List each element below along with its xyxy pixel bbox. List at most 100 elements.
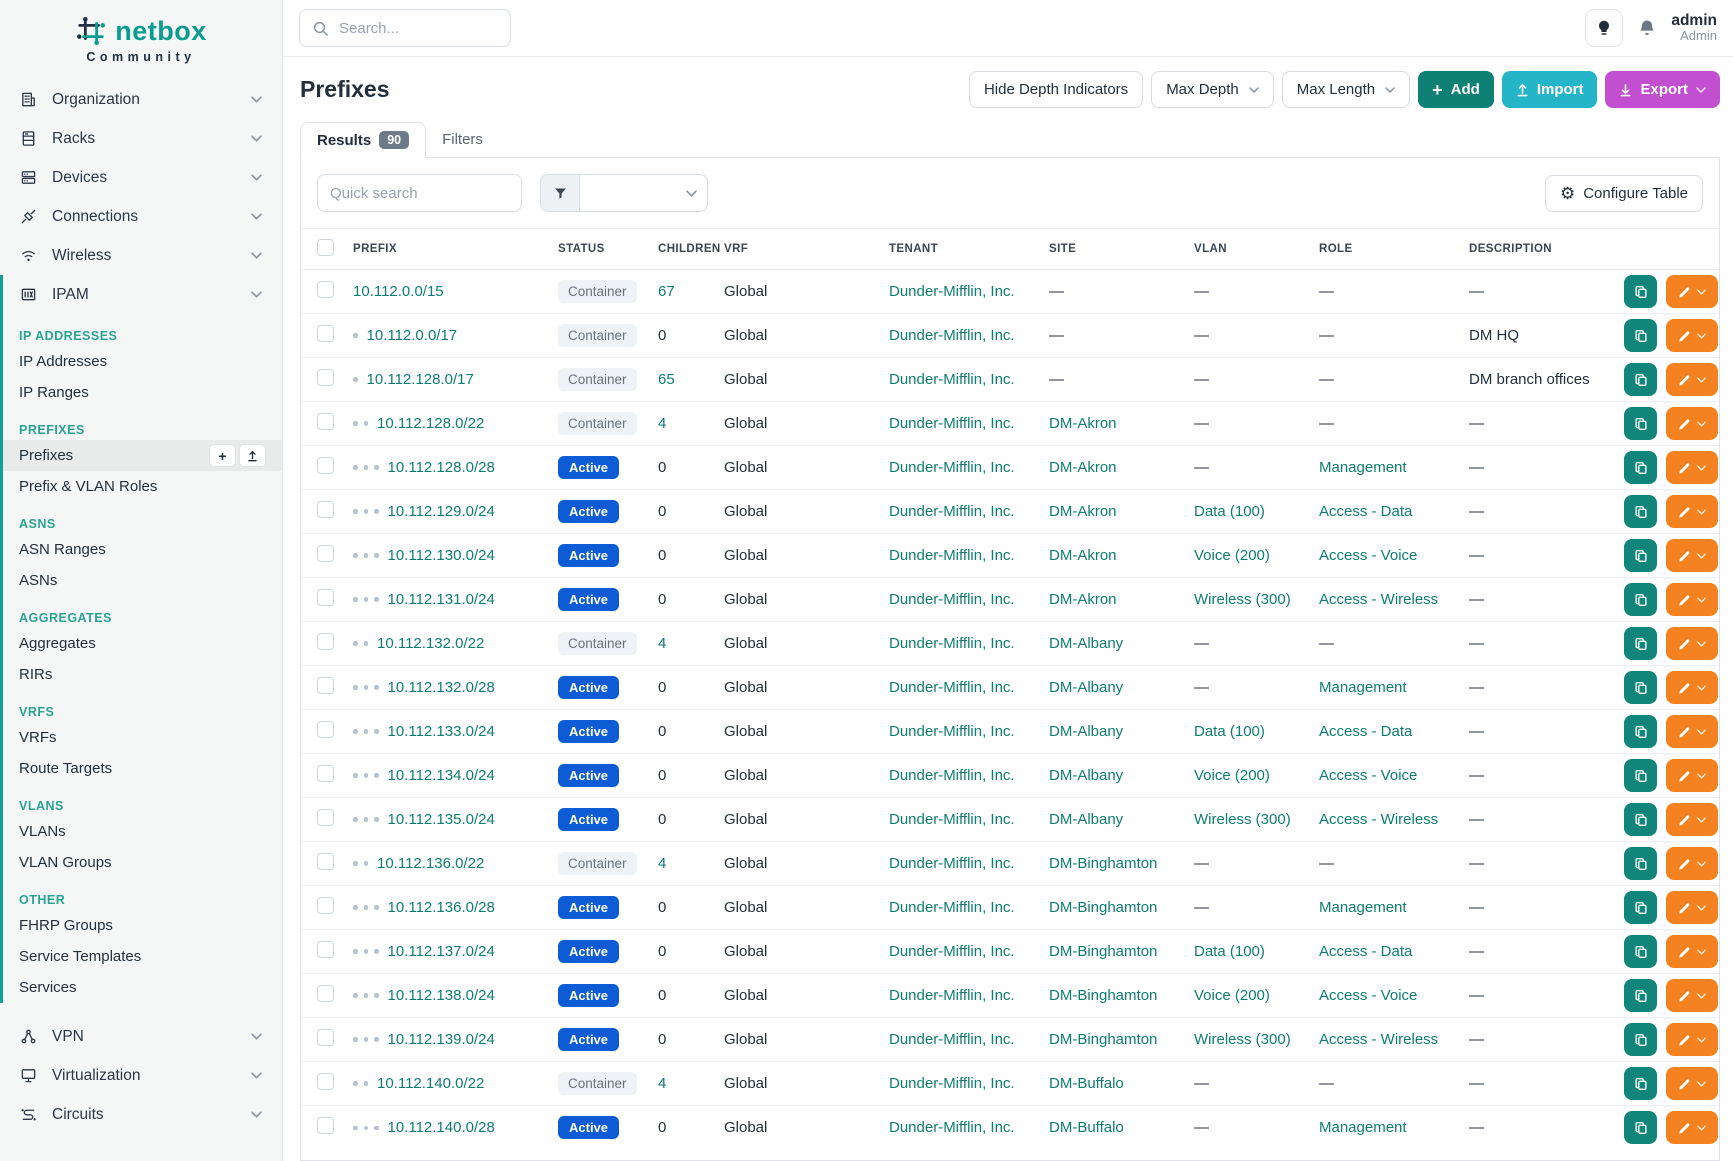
sidebar-item-vlan-groups[interactable]: VLAN Groups: [3, 847, 282, 878]
prefix-link[interactable]: 10.112.0.0/15: [353, 283, 444, 300]
sidebar-item-racks[interactable]: Racks: [0, 119, 282, 158]
row-checkbox[interactable]: [317, 589, 334, 606]
sidebar-item-wireless[interactable]: Wireless: [0, 236, 282, 275]
sidebar-item-rirs[interactable]: RIRs: [3, 659, 282, 690]
row-checkbox[interactable]: [317, 941, 334, 958]
column-header-status[interactable]: STATUS: [558, 229, 658, 270]
notifications-button[interactable]: [1637, 18, 1657, 38]
user-menu[interactable]: admin Admin: [1671, 12, 1717, 45]
sidebar-item-virtualization[interactable]: Virtualization: [0, 1056, 282, 1095]
copy-button[interactable]: [1624, 803, 1657, 836]
sidebar-item-devices[interactable]: Devices: [0, 158, 282, 197]
edit-button[interactable]: [1666, 979, 1718, 1012]
edit-button[interactable]: [1666, 935, 1718, 968]
edit-button[interactable]: [1666, 891, 1718, 924]
add-button[interactable]: + Add: [1418, 71, 1494, 108]
copy-button[interactable]: [1624, 495, 1657, 528]
edit-button[interactable]: [1666, 451, 1718, 484]
prefix-link[interactable]: 10.112.0.0/17: [367, 327, 458, 344]
prefix-link[interactable]: 10.112.136.0/28: [388, 899, 495, 916]
prefix-link[interactable]: 10.112.132.0/28: [388, 679, 495, 696]
prefix-link[interactable]: 10.112.130.0/24: [388, 547, 495, 564]
prefix-link[interactable]: 10.112.128.0/28: [388, 459, 495, 476]
row-checkbox[interactable]: [317, 985, 334, 1002]
prefix-link[interactable]: 10.112.140.0/22: [377, 1075, 484, 1092]
row-checkbox[interactable]: [317, 281, 334, 298]
column-header-vlan[interactable]: VLAN: [1194, 229, 1319, 270]
edit-button[interactable]: [1666, 583, 1718, 616]
sidebar-item-asn-ranges[interactable]: ASN Ranges: [3, 534, 282, 565]
edit-button[interactable]: [1666, 407, 1718, 440]
edit-button[interactable]: [1666, 715, 1718, 748]
row-checkbox[interactable]: [317, 677, 334, 694]
copy-button[interactable]: [1624, 847, 1657, 880]
copy-button[interactable]: [1624, 979, 1657, 1012]
copy-button[interactable]: [1624, 759, 1657, 792]
row-checkbox[interactable]: [317, 765, 334, 782]
saved-filter-select[interactable]: [580, 174, 708, 212]
copy-button[interactable]: [1624, 935, 1657, 968]
max-depth-dropdown[interactable]: Max Depth: [1151, 71, 1274, 108]
configure-table-button[interactable]: ⚙ Configure Table: [1545, 175, 1703, 212]
copy-button[interactable]: [1624, 363, 1657, 396]
edit-button[interactable]: [1666, 319, 1718, 352]
prefix-link[interactable]: 10.112.128.0/22: [377, 415, 484, 432]
prefix-link[interactable]: 10.112.134.0/24: [388, 767, 495, 784]
prefix-link[interactable]: 10.112.131.0/24: [388, 591, 495, 608]
copy-button[interactable]: [1624, 539, 1657, 572]
select-all-checkbox[interactable]: [317, 239, 334, 256]
column-header-children[interactable]: CHILDREN: [658, 229, 724, 270]
prefix-link[interactable]: 10.112.137.0/24: [388, 943, 495, 960]
import-button[interactable]: Import: [1502, 71, 1598, 108]
row-checkbox[interactable]: [317, 413, 334, 430]
prefix-link[interactable]: 10.112.138.0/24: [388, 987, 495, 1004]
quick-search-input[interactable]: [317, 174, 522, 212]
sidebar-item-ip-ranges[interactable]: IP Ranges: [3, 377, 282, 408]
edit-button[interactable]: [1666, 671, 1718, 704]
hide-depth-indicators-button[interactable]: Hide Depth Indicators: [969, 71, 1143, 108]
row-checkbox[interactable]: [317, 1117, 334, 1134]
row-checkbox[interactable]: [317, 633, 334, 650]
edit-button[interactable]: [1666, 363, 1718, 396]
row-checkbox[interactable]: [317, 501, 334, 518]
sidebar-item-service-templates[interactable]: Service Templates: [3, 941, 282, 972]
sidebar-item-vrfs[interactable]: VRFs: [3, 722, 282, 753]
copy-button[interactable]: [1624, 1067, 1657, 1100]
copy-button[interactable]: [1624, 627, 1657, 660]
edit-button[interactable]: [1666, 1067, 1718, 1100]
edit-button[interactable]: [1666, 1023, 1718, 1056]
copy-button[interactable]: [1624, 407, 1657, 440]
column-header-vrf[interactable]: VRF: [724, 229, 889, 270]
prefix-link[interactable]: 10.112.132.0/22: [377, 635, 484, 652]
prefix-link[interactable]: 10.112.136.0/22: [377, 855, 484, 872]
copy-button[interactable]: [1624, 891, 1657, 924]
sidebar-item-aggregates[interactable]: Aggregates: [3, 628, 282, 659]
global-search-input[interactable]: Search...: [299, 9, 511, 47]
tab-results[interactable]: Results 90: [300, 122, 426, 158]
edit-button[interactable]: [1666, 627, 1718, 660]
edit-button[interactable]: [1666, 539, 1718, 572]
sidebar-item-connections[interactable]: Connections: [0, 197, 282, 236]
row-checkbox[interactable]: [317, 457, 334, 474]
prefix-link[interactable]: 10.112.129.0/24: [388, 503, 495, 520]
sidebar-item-vpn[interactable]: VPN: [0, 1017, 282, 1056]
column-header-role[interactable]: ROLE: [1319, 229, 1469, 270]
copy-button[interactable]: [1624, 275, 1657, 308]
row-checkbox[interactable]: [317, 369, 334, 386]
copy-button[interactable]: [1624, 1111, 1657, 1144]
theme-toggle-button[interactable]: [1585, 9, 1623, 47]
edit-button[interactable]: [1666, 847, 1718, 880]
row-checkbox[interactable]: [317, 853, 334, 870]
edit-button[interactable]: [1666, 1111, 1718, 1144]
column-header-prefix[interactable]: PREFIX: [353, 229, 558, 270]
sidebar-item-ip-addresses[interactable]: IP Addresses: [3, 346, 282, 377]
prefix-link[interactable]: 10.112.139.0/24: [388, 1031, 495, 1048]
sidebar-item-fhrp-groups[interactable]: FHRP Groups: [3, 910, 282, 941]
edit-button[interactable]: [1666, 803, 1718, 836]
edit-button[interactable]: [1666, 495, 1718, 528]
row-checkbox[interactable]: [317, 809, 334, 826]
copy-button[interactable]: [1624, 319, 1657, 352]
sidebar-item-organization[interactable]: Organization: [0, 80, 282, 119]
copy-button[interactable]: [1624, 583, 1657, 616]
tab-filters[interactable]: Filters: [426, 122, 499, 157]
